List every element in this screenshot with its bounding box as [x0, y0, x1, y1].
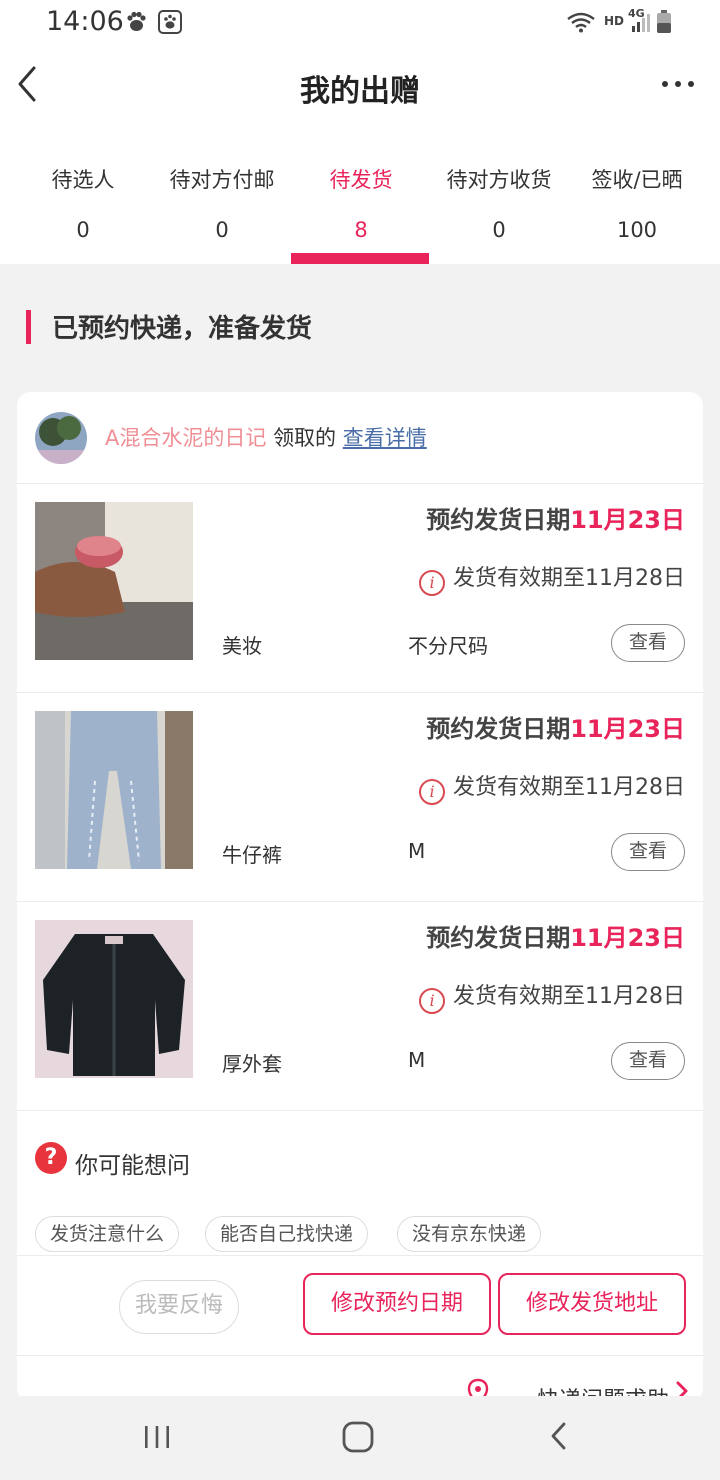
- tab-count: 100: [616, 218, 658, 242]
- question-circle-icon: ?: [35, 1142, 67, 1174]
- active-tab-indicator: [291, 253, 429, 264]
- item-photo[interactable]: [35, 920, 193, 1078]
- avatar[interactable]: [35, 412, 87, 464]
- wifi-icon: [567, 12, 595, 33]
- item-image: [35, 920, 193, 1078]
- item-photo[interactable]: [35, 711, 193, 869]
- ship-deadline-text: 发货有效期至11月28日: [453, 775, 685, 800]
- tab-pending-shipment[interactable]: 待发货 8: [291, 130, 431, 264]
- change-address-button[interactable]: 修改发货地址: [498, 1273, 686, 1335]
- list-item: 预约发货日期11月23日 i 发货有效期至11月28日 厚外套 M 查看: [17, 902, 703, 1111]
- scheduled-date-value: 11月23日: [570, 715, 685, 743]
- tab-count: 0: [76, 218, 90, 242]
- ship-deadline: i 发货有效期至11月28日: [419, 560, 685, 596]
- scheduled-ship-date: 预约发货日期11月23日: [426, 500, 685, 535]
- change-date-button[interactable]: 修改预约日期: [303, 1273, 491, 1335]
- status-tabs: 待选人 0 待对方付邮 0 待发货 8 待对方收货 0 签收/已晒 100: [0, 130, 720, 264]
- item-image: [35, 502, 193, 660]
- list-item: 预约发货日期11月23日 i 发货有效期至11月28日 美妆 不分尺码 查看: [17, 484, 703, 693]
- scheduled-date-label: 预约发货日期: [426, 715, 571, 743]
- battery-icon: [657, 10, 671, 33]
- home-icon[interactable]: [341, 1420, 375, 1454]
- item-size: 不分尺码: [408, 634, 488, 658]
- info-circle-icon: i: [419, 779, 445, 805]
- baidu-paw-icon: [127, 11, 146, 31]
- faq-title: 你可能想问: [75, 1153, 190, 1179]
- list-item: 预约发货日期11月23日 i 发货有效期至11月28日 牛仔裤 M 查看: [17, 693, 703, 902]
- tab-label: 待对方付邮: [169, 168, 275, 192]
- top-app-bar: 我的出赠: [0, 46, 720, 130]
- baidu-app-icon: [158, 10, 182, 34]
- recent-apps-icon[interactable]: [142, 1424, 172, 1450]
- tab-count: 0: [215, 218, 229, 242]
- section-title-accent: [26, 310, 31, 344]
- claimer-row: A混合水泥的日记 领取的 查看详情: [17, 392, 703, 484]
- action-row: 我要反悔 修改预约日期 修改发货地址: [17, 1256, 703, 1356]
- ship-deadline-text: 发货有效期至11月28日: [453, 566, 685, 591]
- item-size: M: [408, 839, 426, 863]
- claimer-caption: 领取的: [273, 426, 337, 450]
- faq-chip[interactable]: 发货注意什么: [35, 1216, 180, 1252]
- regret-button[interactable]: 我要反悔: [119, 1280, 239, 1334]
- scheduled-date-value: 11月23日: [570, 924, 685, 952]
- status-time: 14:06: [46, 6, 124, 37]
- shipment-card: A混合水泥的日记 领取的 查看详情 预约发货日期11月23日 i 发货有效期至11…: [17, 392, 703, 1402]
- scheduled-date-label: 预约发货日期: [426, 506, 571, 534]
- item-size: M: [408, 1048, 426, 1072]
- status-bar: 14:06 HD 4G: [0, 0, 720, 46]
- system-back-icon[interactable]: [548, 1420, 570, 1452]
- scheduled-ship-date: 预约发货日期11月23日: [426, 918, 685, 953]
- tab-count: 0: [492, 218, 506, 242]
- view-button[interactable]: 查看: [611, 624, 685, 662]
- faq-chip[interactable]: 没有京东快递: [397, 1216, 542, 1252]
- view-button[interactable]: 查看: [611, 1042, 685, 1080]
- scheduled-ship-date: 预约发货日期11月23日: [426, 709, 685, 744]
- section-title: 已预约快递，准备发货: [52, 314, 313, 344]
- tab-pending-postage[interactable]: 待对方付邮 0: [152, 130, 292, 264]
- hd-label: HD: [604, 14, 625, 28]
- tab-pending-selection[interactable]: 待选人 0: [13, 130, 153, 264]
- tab-label: 签收/已晒: [591, 168, 683, 192]
- claimer-text: A混合水泥的日记 领取的 查看详情: [105, 422, 427, 452]
- item-image: [35, 711, 193, 869]
- avatar-image: [35, 412, 87, 464]
- tab-pending-receipt[interactable]: 待对方收货 0: [429, 130, 569, 264]
- more-dots-icon: [662, 81, 694, 87]
- info-circle-icon: i: [419, 988, 445, 1014]
- scheduled-date-label: 预约发货日期: [426, 924, 571, 952]
- item-category: 美妆: [222, 634, 262, 658]
- info-circle-icon: i: [419, 570, 445, 596]
- faq-chip[interactable]: 能否自己找快递: [205, 1216, 369, 1252]
- signal-icon: [632, 14, 650, 32]
- tab-signed-shared[interactable]: 签收/已晒 100: [567, 130, 707, 264]
- ship-deadline: i 发货有效期至11月28日: [419, 978, 685, 1014]
- view-button[interactable]: 查看: [611, 833, 685, 871]
- system-nav-bar: [0, 1396, 720, 1480]
- tab-label: 待对方收货: [446, 168, 552, 192]
- page-title: 我的出赠: [300, 74, 420, 109]
- ship-deadline-text: 发货有效期至11月28日: [453, 984, 685, 1009]
- faq-section: ? 你可能想问 发货注意什么 能否自己找快递 没有京东快递: [17, 1112, 703, 1256]
- claimer-name[interactable]: A混合水泥的日记: [105, 426, 266, 450]
- view-details-link[interactable]: 查看详情: [343, 426, 427, 450]
- tab-label: 待发货: [329, 168, 393, 192]
- more-button[interactable]: [660, 72, 696, 96]
- tab-count: 8: [354, 218, 368, 242]
- item-category: 牛仔裤: [222, 843, 282, 867]
- scheduled-date-value: 11月23日: [570, 506, 685, 534]
- item-photo[interactable]: [35, 502, 193, 660]
- item-category: 厚外套: [222, 1052, 282, 1076]
- ship-deadline: i 发货有效期至11月28日: [419, 769, 685, 805]
- tab-label: 待选人: [51, 168, 115, 192]
